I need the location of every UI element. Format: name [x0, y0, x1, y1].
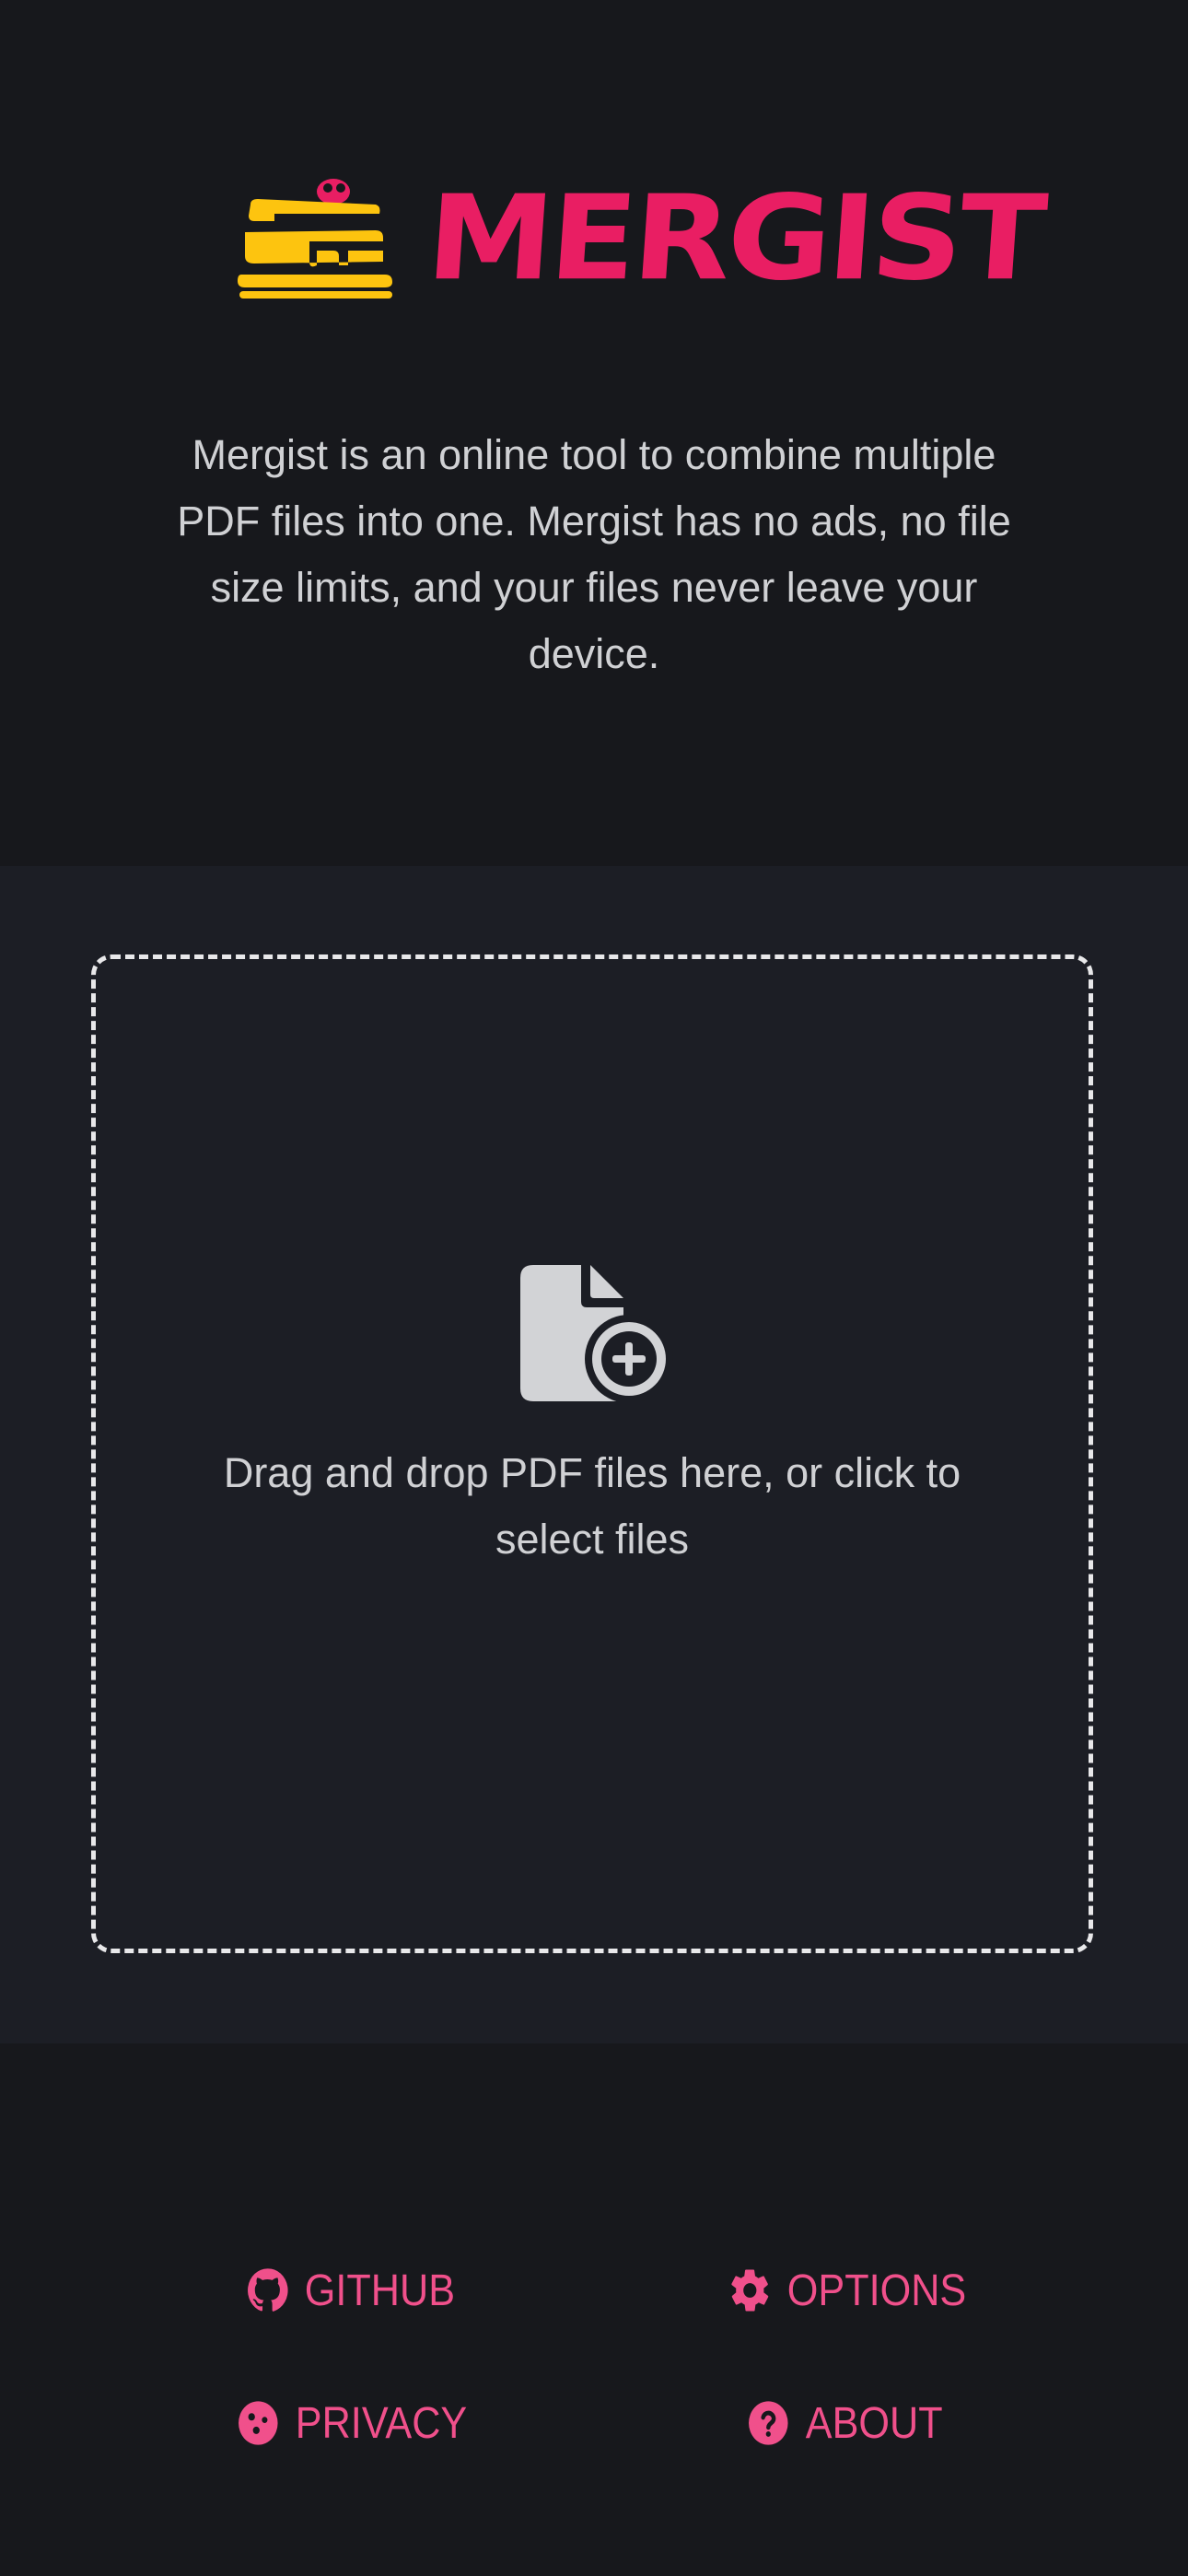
options-link-label: OPTIONS — [786, 2266, 967, 2315]
question-circle-icon — [746, 2398, 791, 2448]
dropzone-instructions: Drag and drop PDF files here, or click t… — [223, 1449, 961, 1563]
github-link[interactable]: GITHUB — [245, 2263, 455, 2318]
header: MERGIST Mergist is an online tool to com… — [0, 0, 1188, 866]
file-add-icon — [520, 1265, 673, 1401]
upload-section: Drag and drop PDF files here, or click t… — [0, 866, 1188, 2043]
github-icon — [245, 2266, 290, 2315]
brand-wordmark: MERGIST — [422, 170, 1048, 307]
github-link-label: GITHUB — [304, 2266, 456, 2315]
cookie-icon — [236, 2398, 281, 2448]
pdf-dropzone[interactable]: Drag and drop PDF files here, or click t… — [91, 954, 1093, 1953]
privacy-link[interactable]: PRIVACY — [236, 2395, 467, 2451]
privacy-link-label: PRIVACY — [295, 2398, 468, 2448]
intro-text: Mergist is an online tool to combine mul… — [177, 431, 1011, 677]
about-link-label: ABOUT — [805, 2398, 943, 2448]
layered-cake-logo-icon — [238, 179, 392, 299]
about-link[interactable]: ABOUT — [746, 2395, 943, 2451]
options-link[interactable]: OPTIONS — [728, 2263, 966, 2318]
brand-logo: MERGIST — [238, 170, 1047, 307]
gear-icon — [728, 2266, 773, 2315]
